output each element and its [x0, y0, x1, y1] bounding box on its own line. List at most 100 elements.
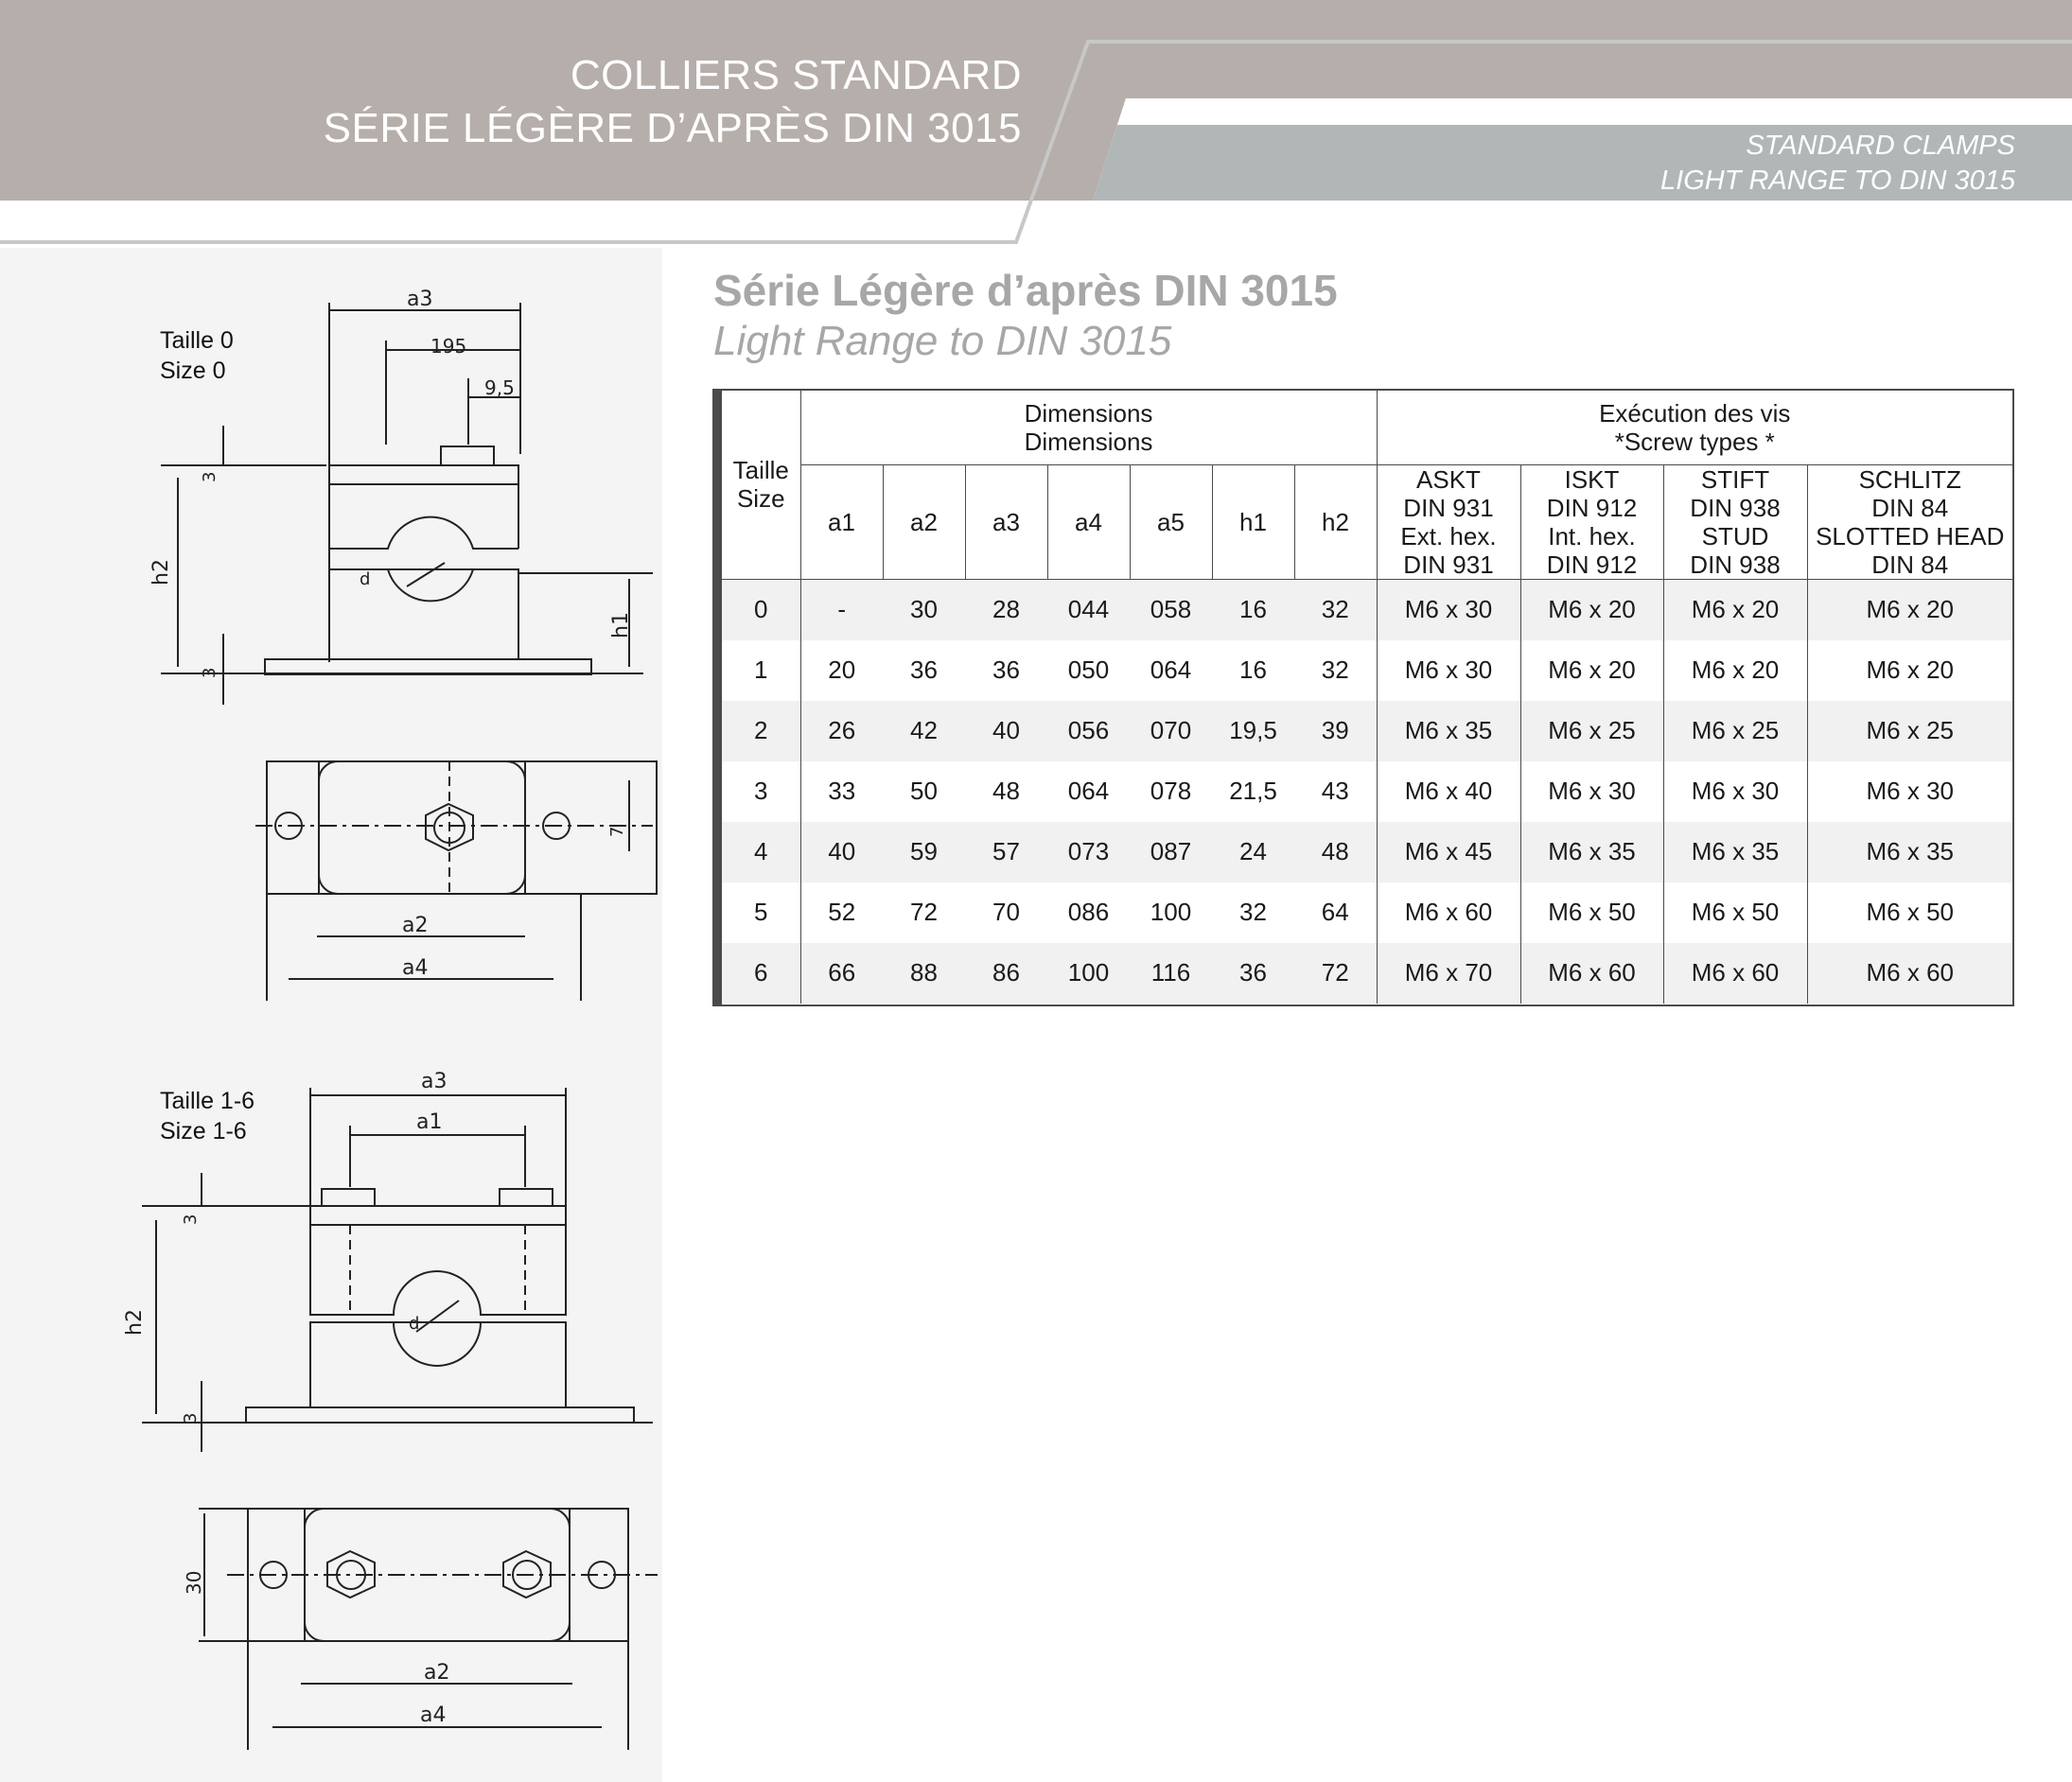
cell-size: 0 — [722, 579, 801, 640]
cell-a1: 33 — [828, 777, 856, 805]
cell-size: 6 — [722, 942, 801, 1004]
askt-line4: DIN 931 — [1403, 550, 1494, 579]
header-dimensions-en: Dimensions — [1024, 427, 1153, 456]
size0-dim-95: 9,5 — [484, 376, 515, 399]
col-header-a1: a1 — [799, 464, 883, 580]
cell-a5: 058 — [1150, 595, 1192, 623]
cell-a2: 36 — [910, 655, 938, 684]
size16-dim-a4: a4 — [420, 1703, 446, 1727]
header-execution-fr: Exécution des vis — [1599, 398, 1791, 428]
header-title-en: STANDARD CLAMPS LIGHT RANGE TO DIN 3015 — [1660, 129, 2015, 199]
cell-askt: M6 x 35 — [1377, 700, 1521, 761]
cell-h2: 48 — [1294, 821, 1378, 882]
cell-h1: 16 — [1239, 655, 1267, 684]
iskt-line1: ISKT — [1564, 464, 1620, 494]
header-background — [0, 0, 2072, 244]
col-header-a3: a3 — [964, 464, 1047, 580]
cell-a2: 50 — [910, 777, 938, 805]
cell-a1: 20 — [828, 655, 856, 684]
size0-side-drawing: a3 195 9,5 h2 h1 3 3 d — [149, 288, 653, 705]
cell-stift: M6 x 30 — [1663, 760, 1808, 822]
cell-a3: 40 — [992, 716, 1020, 744]
cell-a3: 70 — [992, 898, 1020, 926]
header-title-en-line2: LIGHT RANGE TO DIN 3015 — [1660, 166, 2015, 196]
size16-dim-a1: a1 — [416, 1110, 442, 1134]
cell-size: 2 — [722, 700, 801, 761]
size16-dim-d: d — [409, 1314, 419, 1334]
col-header-h2: h2 — [1293, 464, 1377, 580]
size16-top-drawing: 30 a2 a4 — [183, 1508, 658, 1750]
size16-dim-a2: a2 — [424, 1661, 449, 1685]
cell-iskt: M6 x 20 — [1520, 639, 1664, 701]
cell-iskt: M6 x 25 — [1520, 700, 1664, 761]
col-header-iskt: ISKT DIN 912 Int. hex. DIN 912 — [1519, 464, 1663, 580]
table-row: 5 52 72 70 086 100 32 64 M6 x 60 M6 x 50 M6 x 50 M6… — [722, 882, 2012, 943]
cell-a3: 86 — [992, 958, 1020, 987]
size0-dim-a2: a2 — [402, 914, 428, 937]
cell-a4: 086 — [1067, 898, 1110, 926]
cell-a1: 40 — [828, 837, 856, 865]
col-header-a5: a5 — [1129, 464, 1212, 580]
cell-askt: M6 x 60 — [1377, 882, 1521, 943]
schlitz-line4: DIN 84 — [1871, 550, 1949, 579]
header-dimensions: Dimensions Dimensions — [799, 391, 1377, 465]
iskt-line2: DIN 912 — [1546, 493, 1638, 522]
cell-stift: M6 x 50 — [1663, 882, 1808, 943]
size0-dim-3b: 3 — [200, 668, 219, 678]
schlitz-line3: SLOTTED HEAD — [1816, 521, 2005, 550]
header-execution-en: *Screw types * — [1614, 427, 1775, 456]
cell-a4: 044 — [1067, 595, 1110, 623]
cell-h2: 72 — [1294, 942, 1378, 1004]
cell-a4: 056 — [1067, 716, 1110, 744]
header-title-fr: COLLIERS STANDARD SÉRIE LÉGÈRE D’APRÈS D… — [324, 49, 1022, 155]
section-subtitle: Light Range to DIN 3015 — [713, 318, 1172, 364]
size0-top-drawing: a2 a4 7 — [255, 760, 658, 1001]
cell-h1: 19,5 — [1229, 716, 1277, 744]
cell-a3: 28 — [992, 595, 1020, 623]
cell-schlitz: M6 x 50 — [1866, 898, 1955, 926]
cell-a4: 050 — [1067, 655, 1110, 684]
cell-a4: 073 — [1067, 837, 1110, 865]
cell-schlitz: M6 x 25 — [1866, 716, 1955, 744]
stift-line3: STUD — [1701, 521, 1769, 550]
section-title: Série Légère d’après DIN 3015 — [713, 266, 1338, 315]
size0-dim-195: 195 — [430, 335, 466, 358]
cell-size: 1 — [722, 639, 801, 701]
cell-a2: 88 — [910, 958, 938, 987]
cell-stift: M6 x 20 — [1663, 639, 1808, 701]
cell-size: 3 — [722, 760, 801, 822]
table-body: 0-30 28 044 058 16 32 M6 x 30 M6 x 20 M6 x 20 M6 … — [722, 579, 2012, 1004]
cell-iskt: M6 x 20 — [1520, 579, 1664, 640]
cell-schlitz: M6 x 35 — [1866, 837, 1955, 865]
askt-line3: Ext. hex. — [1400, 521, 1497, 550]
size0-dim-a3: a3 — [407, 288, 432, 311]
cell-h1: 21,5 — [1229, 777, 1277, 805]
table-row: 1 20 36 36 050 064 16 32 M6 x 30 M6 x 20 M6 x 20 M6… — [722, 639, 2012, 701]
cell-askt: M6 x 30 — [1377, 579, 1521, 640]
cell-a5: 116 — [1150, 958, 1191, 987]
size0-dim-h2: h2 — [149, 559, 173, 585]
cell-h2: 43 — [1294, 760, 1378, 822]
cell-a3: 36 — [992, 655, 1020, 684]
cell-h2: 32 — [1294, 579, 1378, 640]
cell-stift: M6 x 35 — [1663, 821, 1808, 882]
cell-a2: 42 — [910, 716, 938, 744]
dimensions-table: Taille Size Dimensions Dimensions Exécut… — [722, 391, 2012, 1004]
cell-a2: 30 — [910, 595, 938, 623]
size0-dim-a4: a4 — [402, 956, 428, 980]
cell-a3: 57 — [992, 837, 1020, 865]
col-header-h1: h1 — [1211, 464, 1294, 580]
cell-askt: M6 x 70 — [1377, 942, 1521, 1004]
cell-a5: 064 — [1150, 655, 1192, 684]
cell-a1: - — [837, 595, 847, 623]
cell-a1: 26 — [828, 716, 856, 744]
header-size-fr: Taille — [732, 456, 789, 485]
table-row: 2 26 42 40 056 070 19,5 39 M6 x 35 M6 x 25 M6 x 25… — [722, 700, 2012, 761]
cell-h2: 32 — [1294, 639, 1378, 701]
iskt-line3: Int. hex. — [1548, 521, 1636, 550]
cell-h1: 36 — [1239, 958, 1267, 987]
askt-line1: ASKT — [1416, 464, 1481, 494]
cell-a2: 59 — [910, 837, 938, 865]
askt-line2: DIN 931 — [1403, 493, 1494, 522]
cell-a5: 078 — [1150, 777, 1192, 805]
